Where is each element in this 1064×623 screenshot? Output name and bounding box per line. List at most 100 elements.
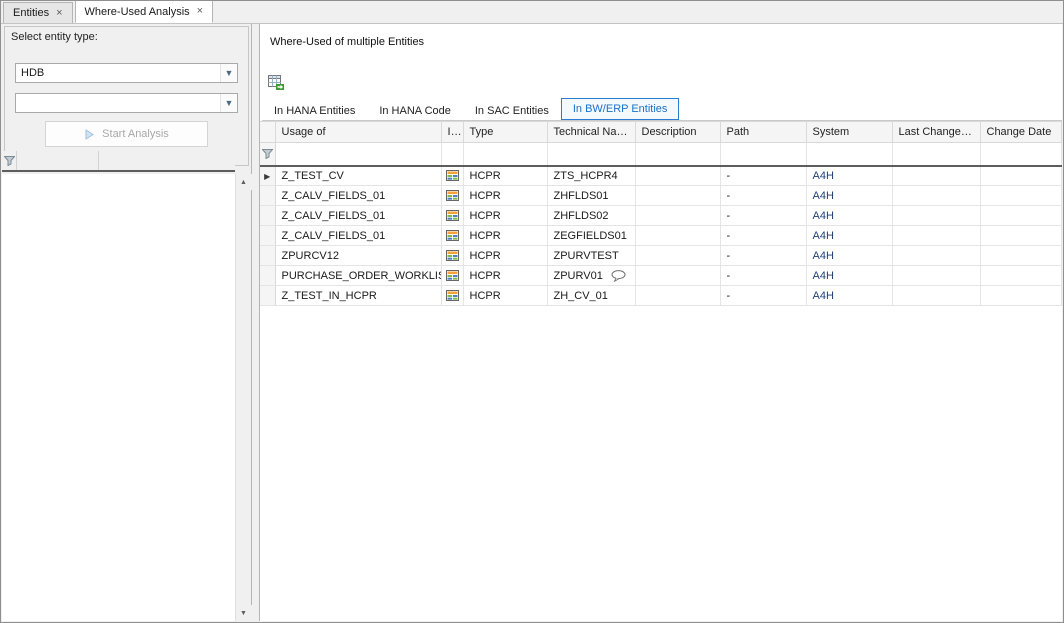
scroll-down-icon[interactable]: ▼ — [236, 605, 252, 621]
cell-usage-of: Z_TEST_IN_HCPR — [275, 286, 441, 306]
column-header[interactable]: Technical Name — [547, 122, 635, 143]
cell-technical-name: ZTS_HCPR4 — [547, 166, 635, 186]
cell-change-date — [980, 206, 1062, 226]
table-row[interactable]: PURCHASE_ORDER_WORKLIST HCPR ZPURV01 — [260, 266, 1062, 286]
cell-last-changed — [892, 266, 980, 286]
table-row[interactable]: Z_CALV_FIELDS_01 HCPR ZEGFIELDS01 - A4H — [260, 226, 1062, 246]
scroll-up-icon[interactable]: ▲ — [236, 174, 252, 190]
table-row[interactable]: Z_CALV_FIELDS_01 HCPR ZHFLDS01 - A4H — [260, 186, 1062, 206]
filter-cell[interactable] — [892, 143, 980, 166]
filter-cell[interactable] — [547, 143, 635, 166]
cell-change-date — [980, 186, 1062, 206]
row-indicator — [260, 266, 275, 286]
cell-description — [635, 266, 720, 286]
cell-path: - — [720, 186, 806, 206]
row-indicator — [260, 186, 275, 206]
cell-usage-of: Z_CALV_FIELDS_01 — [275, 226, 441, 246]
cell-usage-of: PURCHASE_ORDER_WORKLIST — [275, 266, 441, 286]
results-tab-bar: In HANA Entities In HANA Code In SAC Ent… — [262, 98, 1062, 121]
cell-type: HCPR — [463, 246, 547, 266]
table-row[interactable]: Z_CALV_FIELDS_01 HCPR ZHFLDS02 - A4H — [260, 206, 1062, 226]
filter-cell[interactable] — [441, 143, 463, 166]
column-header[interactable]: Path — [720, 122, 806, 143]
tab-entities[interactable]: Entities × — [3, 2, 73, 23]
cell-system: A4H — [806, 286, 892, 306]
column-header[interactable]: Type — [463, 122, 547, 143]
column-header[interactable]: I... — [441, 122, 463, 143]
cell-change-date — [980, 166, 1062, 186]
close-icon[interactable]: × — [56, 8, 62, 19]
entity-type-dropdown[interactable]: HDB ▼ — [15, 63, 238, 83]
entity-dropdown[interactable]: ▼ — [15, 93, 238, 113]
cell-technical-name: ZHFLDS01 — [547, 186, 635, 206]
hcpr-entity-icon — [441, 286, 463, 306]
technical-name-text: ZEGFIELDS01 — [554, 230, 627, 242]
column-header[interactable]: Description — [635, 122, 720, 143]
tab-where-used-analysis[interactable]: Where-Used Analysis × — [75, 0, 214, 23]
cell-system: A4H — [806, 226, 892, 246]
filter-cell[interactable] — [720, 143, 806, 166]
tab-in-hana-entities[interactable]: In HANA Entities — [262, 100, 367, 120]
grid-header-row: Usage ofI...TypeTechnical NameDescriptio… — [260, 122, 1062, 143]
comment-bubble-icon[interactable] — [611, 269, 626, 281]
where-used-panel: Where-Used of multiple Entities In HANA … — [259, 24, 1062, 621]
tab-label: In HANA Code — [379, 105, 451, 117]
entity-type-groupbox: Select entity type: HDB ▼ ▼ Start Analys… — [4, 26, 249, 166]
cell-path: - — [720, 246, 806, 266]
tab-in-bw-erp-entities[interactable]: In BW/ERP Entities — [561, 98, 680, 120]
filter-funnel-icon[interactable] — [260, 143, 275, 166]
column-header[interactable]: System — [806, 122, 892, 143]
cell-path: - — [720, 206, 806, 226]
cell-technical-name: ZPURVTEST — [547, 246, 635, 266]
column-header[interactable]: Change Date — [980, 122, 1062, 143]
cell-usage-of: Z_CALV_FIELDS_01 — [275, 206, 441, 226]
filter-cell[interactable] — [275, 143, 441, 166]
tab-entities-label: Entities — [13, 7, 49, 19]
left-panel: Select entity type: HDB ▼ ▼ Start Analys… — [2, 24, 252, 621]
cell-description — [635, 166, 720, 186]
filter-cell[interactable] — [980, 143, 1062, 166]
technical-name-text: ZTS_HCPR4 — [554, 170, 618, 182]
cell-description — [635, 226, 720, 246]
export-to-excel-icon[interactable] — [268, 74, 288, 92]
tab-in-hana-code[interactable]: In HANA Code — [367, 100, 463, 120]
entity-list-header — [2, 151, 235, 172]
column-header[interactable]: Usage of — [275, 122, 441, 143]
cell-description — [635, 246, 720, 266]
cell-type: HCPR — [463, 226, 547, 246]
table-row[interactable]: ZPURCV12 HCPR ZPURVTEST - A4H — [260, 246, 1062, 266]
cell-last-changed — [892, 286, 980, 306]
row-indicator: ▶ — [260, 166, 275, 186]
hcpr-entity-icon — [441, 206, 463, 226]
filter-cell[interactable] — [635, 143, 720, 166]
page-title: Where-Used of multiple Entities — [270, 36, 424, 48]
entity-list-column-header[interactable] — [17, 151, 99, 170]
entity-list[interactable] — [2, 174, 235, 621]
cell-technical-name: ZEGFIELDS01 — [547, 226, 635, 246]
chevron-down-icon[interactable]: ▼ — [220, 64, 237, 82]
cell-change-date — [980, 266, 1062, 286]
column-header[interactable]: Last Changed... — [892, 122, 980, 143]
close-icon[interactable]: × — [197, 6, 203, 17]
hcpr-entity-icon — [441, 246, 463, 266]
filter-cell[interactable] — [806, 143, 892, 166]
cell-type: HCPR — [463, 206, 547, 226]
table-row[interactable]: ▶ Z_TEST_CV HCPR ZTS_HCPR4 - A4H — [260, 166, 1062, 186]
chevron-down-icon[interactable]: ▼ — [220, 94, 237, 112]
table-row[interactable]: Z_TEST_IN_HCPR HCPR ZH_CV_01 - A4H — [260, 286, 1062, 306]
cell-usage-of: Z_TEST_CV — [275, 166, 441, 186]
left-scrollbar[interactable]: ▲ ▼ — [235, 174, 251, 621]
filter-cell[interactable] — [463, 143, 547, 166]
hcpr-entity-icon — [441, 226, 463, 246]
tab-in-sac-entities[interactable]: In SAC Entities — [463, 100, 561, 120]
entity-list-column-header[interactable] — [99, 151, 235, 170]
tab-label: In SAC Entities — [475, 105, 549, 117]
start-analysis-button[interactable]: Start Analysis — [45, 121, 208, 147]
cell-system: A4H — [806, 246, 892, 266]
tab-label: In BW/ERP Entities — [573, 103, 668, 115]
cell-type: HCPR — [463, 186, 547, 206]
cell-system: A4H — [806, 186, 892, 206]
filter-funnel-icon[interactable] — [2, 151, 17, 170]
cell-usage-of: ZPURCV12 — [275, 246, 441, 266]
cell-technical-name: ZPURV01 — [547, 266, 635, 286]
